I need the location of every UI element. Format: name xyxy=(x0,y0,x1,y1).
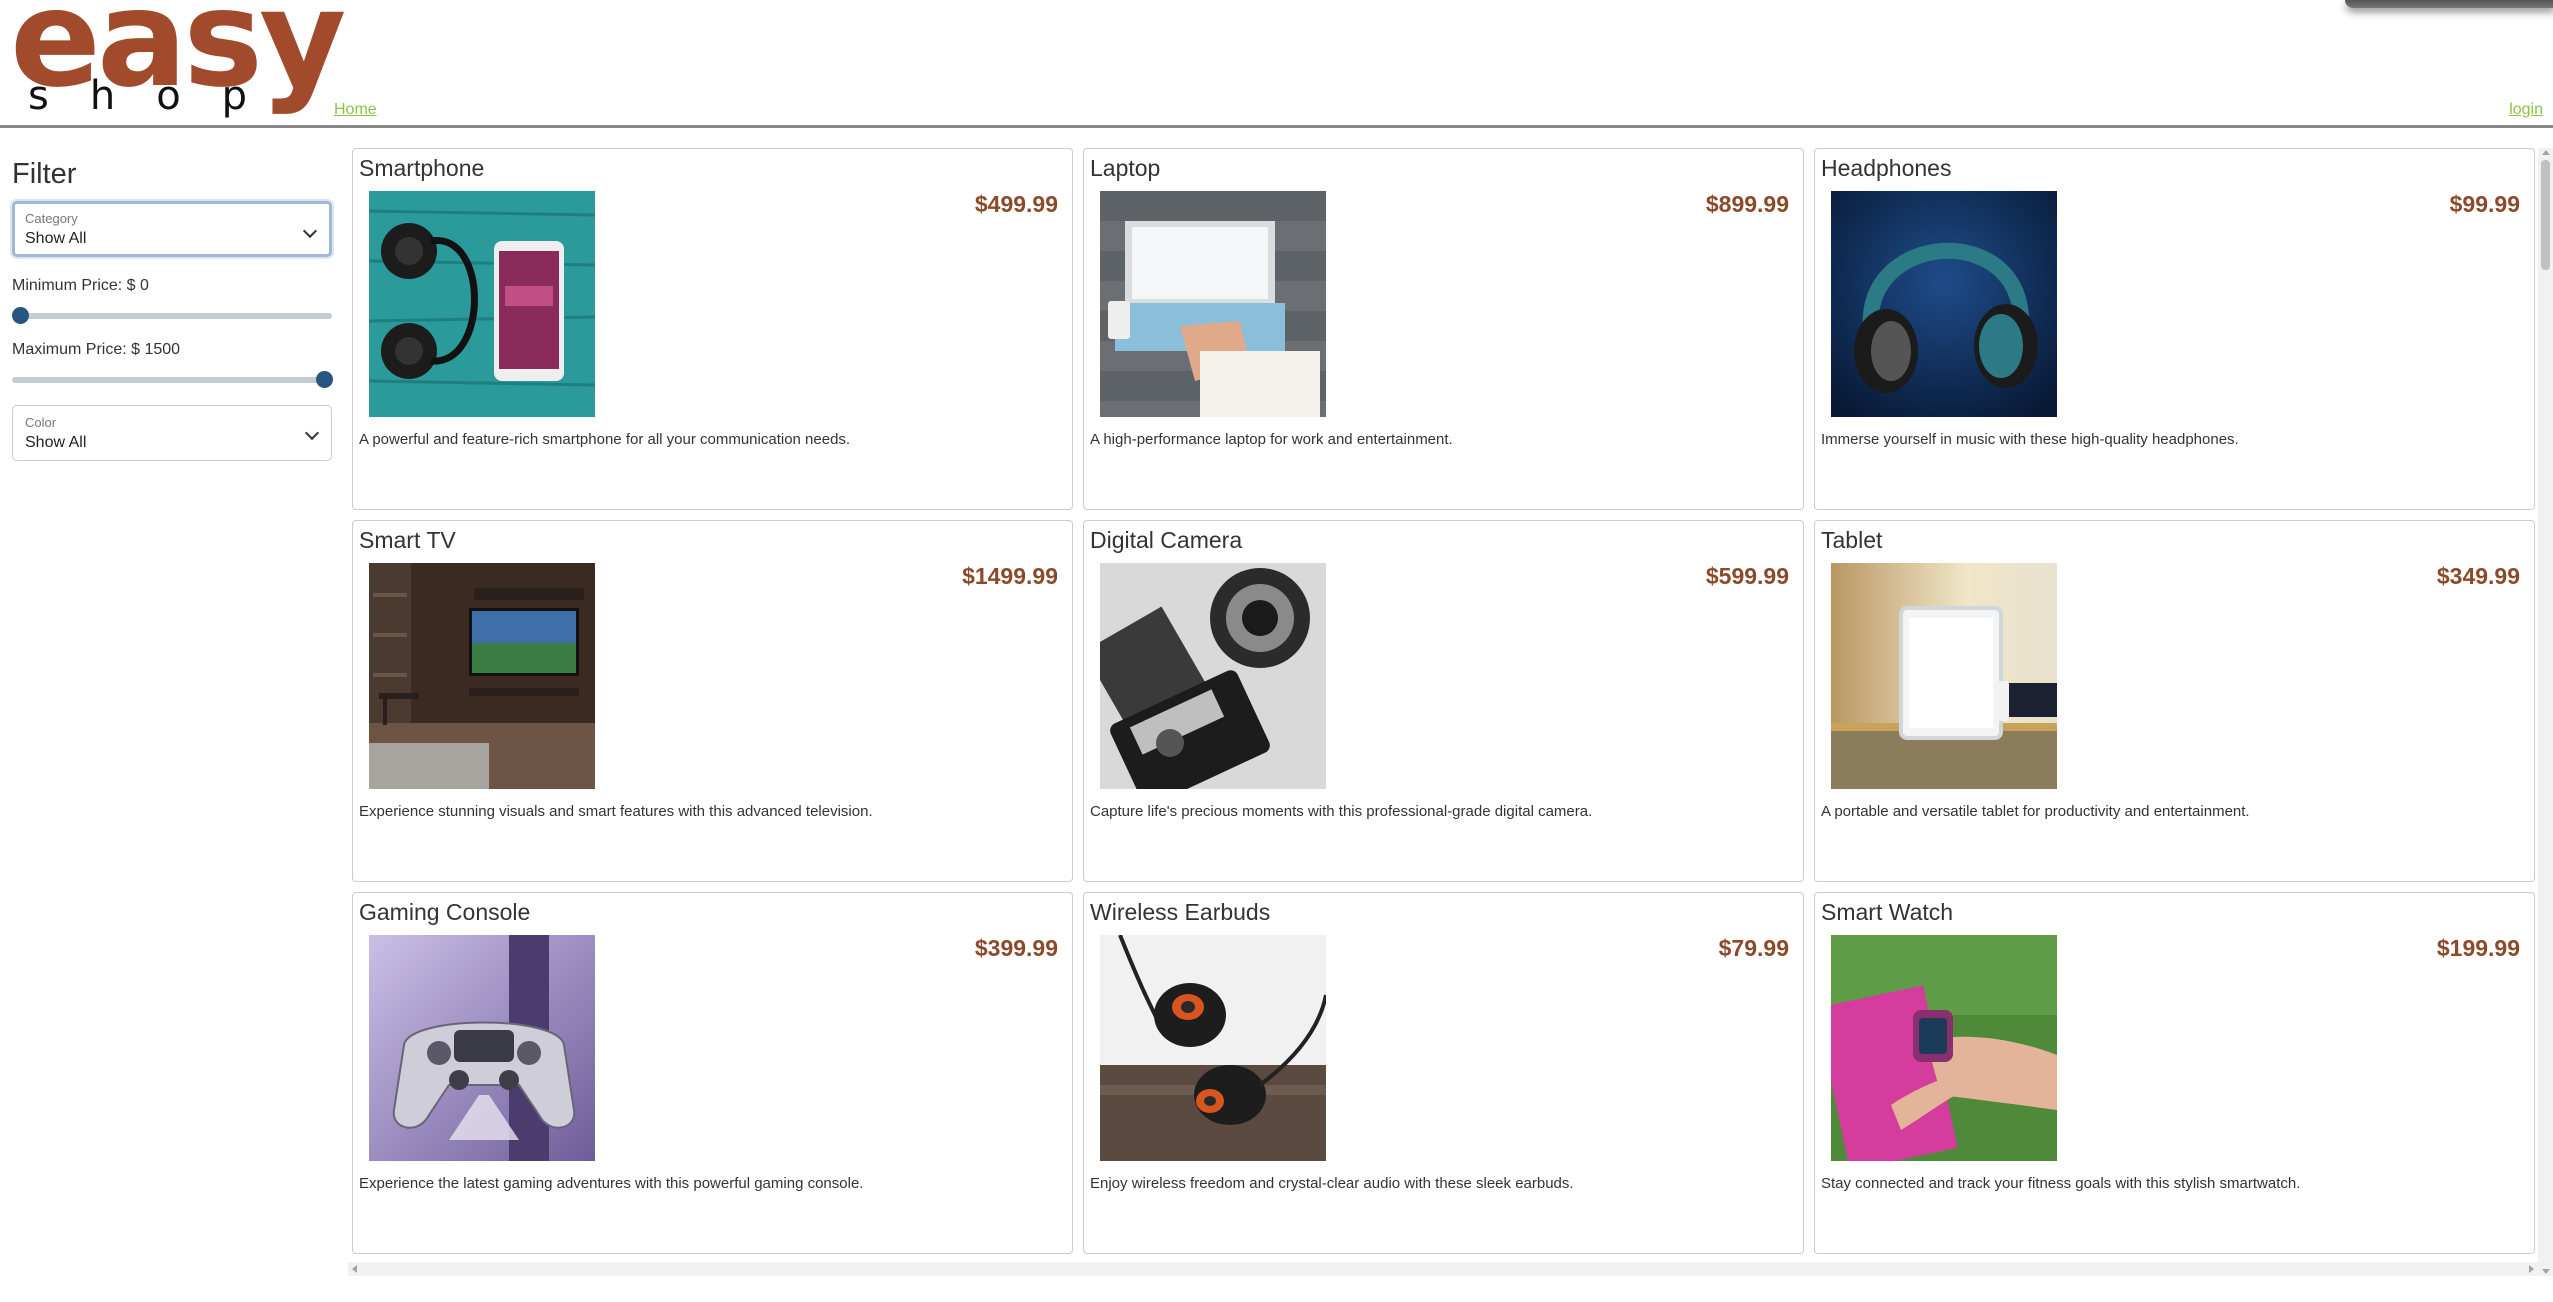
category-select-value: Show All xyxy=(25,230,87,247)
category-select-label: Category xyxy=(25,211,78,226)
scroll-down-arrow-icon[interactable] xyxy=(2542,1269,2550,1274)
product-card[interactable]: Wireless Earbuds $79.99 Enjoy wireless f… xyxy=(1083,892,1804,1254)
product-description: Immerse yourself in music with these hig… xyxy=(1821,431,2239,448)
product-name: Tablet xyxy=(1821,527,1883,553)
product-name: Headphones xyxy=(1821,155,1952,181)
product-image-wireless-earbuds[interactable] xyxy=(1100,935,1326,1161)
chevron-down-icon xyxy=(302,223,318,239)
product-name: Digital Camera xyxy=(1090,527,1243,553)
product-name: Laptop xyxy=(1090,155,1161,181)
product-image-headphones[interactable] xyxy=(1831,191,2057,417)
top-edge-shadow xyxy=(2345,0,2553,8)
product-card[interactable]: Tablet $349.99 A portable and versatile … xyxy=(1814,520,2535,882)
product-card[interactable]: Gaming Console $399.99 Experience the la… xyxy=(352,892,1073,1254)
product-card[interactable]: Smart Watch $199.99 Stay connected and t… xyxy=(1814,892,2535,1254)
product-image-smartphone[interactable] xyxy=(369,191,595,417)
product-image-smart-watch[interactable] xyxy=(1831,935,2057,1161)
product-description: Experience the latest gaming adventures … xyxy=(359,1175,864,1192)
vertical-scrollbar[interactable] xyxy=(2538,148,2553,1276)
horizontal-scrollbar[interactable] xyxy=(348,1262,2538,1276)
product-description: A powerful and feature-rich smartphone f… xyxy=(359,431,851,448)
login-link[interactable]: login xyxy=(2509,101,2543,119)
product-description: A portable and versatile tablet for prod… xyxy=(1821,803,2250,820)
product-image-smart-tv[interactable] xyxy=(369,563,595,789)
vertical-scrollbar-thumb[interactable] xyxy=(2541,160,2550,270)
product-price: $899.99 xyxy=(1705,191,1789,217)
product-price: $599.99 xyxy=(1705,563,1789,589)
color-select-label: Color xyxy=(25,415,57,430)
scroll-up-arrow-icon[interactable] xyxy=(2542,150,2550,155)
max-price-slider-thumb[interactable] xyxy=(316,371,333,388)
product-image-digital-camera[interactable] xyxy=(1100,563,1326,789)
product-card[interactable]: Laptop $899.99 A high-performance laptop… xyxy=(1083,148,1804,510)
color-select[interactable]: Color Show All xyxy=(12,405,332,461)
product-price: $399.99 xyxy=(974,935,1058,961)
home-link[interactable]: Home xyxy=(334,101,377,119)
product-price: $499.99 xyxy=(974,191,1058,217)
scroll-right-arrow-icon[interactable] xyxy=(2529,1265,2534,1273)
product-price: $99.99 xyxy=(2449,191,2520,217)
max-price-label: Maximum Price: $ 1500 xyxy=(12,341,181,358)
min-price-label: Minimum Price: $ 0 xyxy=(12,277,149,294)
product-description: Stay connected and track your fitness go… xyxy=(1821,1175,2301,1192)
product-card[interactable]: Digital Camera $599.99 Capture life's pr… xyxy=(1083,520,1804,882)
product-image-tablet[interactable] xyxy=(1831,563,2057,789)
product-name: Gaming Console xyxy=(359,899,531,925)
product-description: A high-performance laptop for work and e… xyxy=(1090,431,1453,448)
scroll-left-arrow-icon[interactable] xyxy=(352,1265,357,1273)
product-card[interactable]: Headphones $99.99 Immerse yourself in mu… xyxy=(1814,148,2535,510)
max-price-slider[interactable] xyxy=(12,367,333,393)
max-price-slider-track xyxy=(12,377,332,383)
min-price-slider-track xyxy=(12,313,332,319)
product-name: Smart TV xyxy=(359,527,456,553)
color-select-value: Show All xyxy=(25,434,87,451)
category-select[interactable]: Category Show All xyxy=(12,201,332,257)
logo[interactable]: easy shop xyxy=(10,0,346,125)
product-name: Wireless Earbuds xyxy=(1090,899,1271,925)
chevron-down-icon xyxy=(304,425,320,441)
product-description: Experience stunning visuals and smart fe… xyxy=(359,803,873,820)
product-price: $79.99 xyxy=(1718,935,1789,961)
product-price: $199.99 xyxy=(2436,935,2520,961)
site-header: easy shop Home login xyxy=(0,0,2553,128)
product-price: $1499.99 xyxy=(962,563,1058,589)
product-card[interactable]: Smart TV $1499.99 Experience stunning vi… xyxy=(352,520,1073,882)
product-card[interactable]: Smartphone $499.99 A powerful and featur… xyxy=(352,148,1073,510)
product-name: Smartphone xyxy=(359,155,485,181)
filter-title: Filter xyxy=(12,158,77,190)
product-image-laptop[interactable] xyxy=(1100,191,1326,417)
product-description: Enjoy wireless freedom and crystal-clear… xyxy=(1090,1175,1574,1192)
min-price-slider[interactable] xyxy=(12,303,332,329)
logo-subtitle: shop xyxy=(28,73,289,119)
product-price: $349.99 xyxy=(2436,563,2520,589)
product-description: Capture life's precious moments with thi… xyxy=(1090,803,1593,820)
product-name: Smart Watch xyxy=(1821,899,1954,925)
min-price-slider-thumb[interactable] xyxy=(12,307,29,324)
product-image-gaming-console[interactable] xyxy=(369,935,595,1161)
filter-sidebar: Filter Category Show All Minimum Price: … xyxy=(12,150,333,461)
